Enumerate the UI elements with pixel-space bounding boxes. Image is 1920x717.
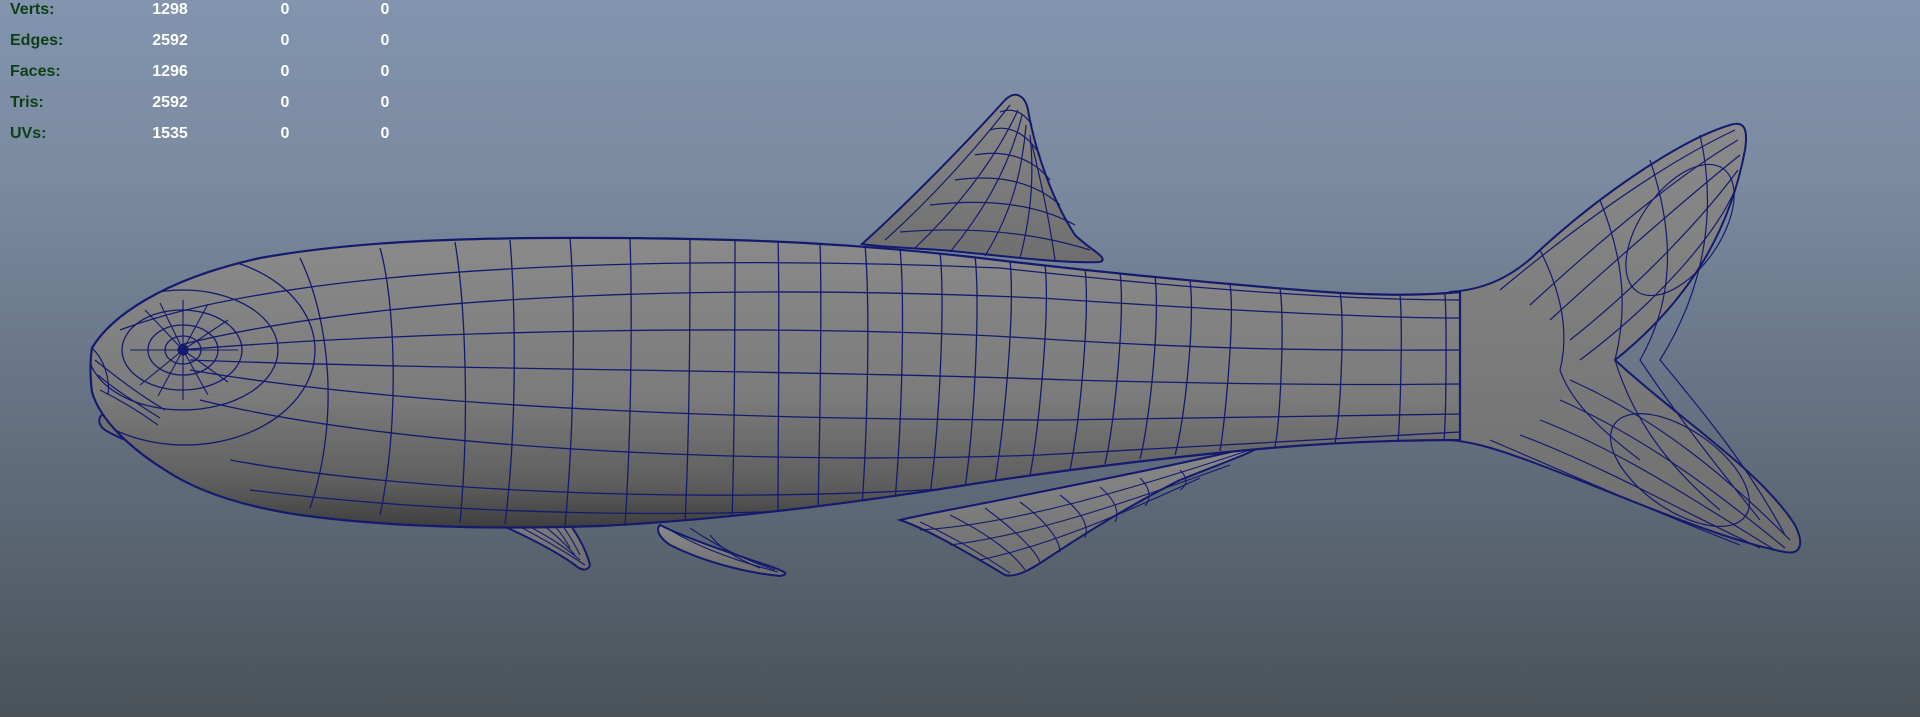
hud-value-selected: 0 [280, 125, 290, 142]
hud-value-selected-component: 0 [380, 32, 390, 49]
hud-label: Edges: [10, 32, 64, 49]
hud-value-selected-object: 2592 [152, 94, 188, 111]
hud-label: Tris: [10, 94, 44, 111]
hud-value-selected: 0 [280, 1, 290, 18]
hud-label: Faces: [10, 63, 61, 80]
dorsal-fin [859, 93, 1104, 264]
hud-value-selected: 0 [280, 32, 290, 49]
hud-value-selected-component: 0 [380, 125, 390, 142]
hud-value-selected-object: 2592 [152, 32, 188, 49]
fish-body [89, 236, 1462, 529]
hud-value-selected-component: 0 [380, 1, 390, 18]
hud-value-selected-component: 0 [380, 63, 390, 80]
hud-label: UVs: [10, 125, 47, 142]
hud-label: Verts: [10, 1, 55, 18]
hud-value-selected-object: 1535 [152, 125, 188, 142]
hud-value-selected-component: 0 [380, 94, 390, 111]
hud-value-selected-object: 1296 [152, 63, 188, 80]
anal-fin [657, 523, 787, 578]
3d-viewport[interactable]: Verts: 1298 0 0 Edges: 2592 0 0 Faces: 1… [0, 0, 1920, 717]
hud-value-selected: 0 [280, 94, 290, 111]
caudal-fin [1449, 122, 1802, 554]
hud-value-selected: 0 [280, 63, 290, 80]
hud-value-selected-object: 1298 [152, 1, 188, 18]
